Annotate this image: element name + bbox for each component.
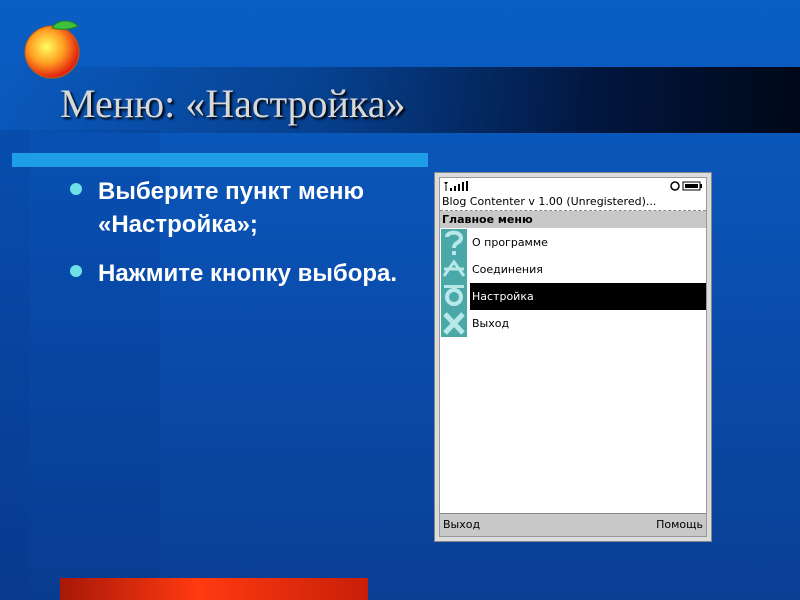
bullet-text: Выберите пункт меню «Настройка»; <box>98 178 365 238</box>
menu-item-label: Соединения <box>472 263 543 276</box>
battery-icon <box>670 181 702 191</box>
bullet-dot-icon <box>70 183 82 195</box>
decor-stripe <box>0 130 30 600</box>
bullet-list: Выберите пункт меню «Настройка»; Нажмите… <box>70 175 410 306</box>
slide-title: Меню: «Настройка» <box>60 81 406 126</box>
bullet-item: Выберите пункт меню «Настройка»; <box>70 175 410 241</box>
slide: { "slide": { "title": "Меню: «Настройка»… <box>0 0 800 600</box>
softkey-exit-button[interactable]: Выход <box>443 514 480 536</box>
bullet-dot-icon <box>70 265 82 277</box>
title-underline <box>12 153 428 167</box>
menu-item-connections[interactable]: Соединения <box>440 256 706 283</box>
menu-item-settings[interactable]: Настройка <box>440 283 706 310</box>
signal-strength-icon <box>444 181 468 191</box>
menu-header: Главное меню <box>440 211 706 228</box>
menu-item-label: О программе <box>472 236 548 249</box>
exit-icon <box>441 310 467 337</box>
main-menu: О программе Соединения Настройка Выход <box>440 229 706 337</box>
softkey-bar: Выход Помощь <box>440 513 706 536</box>
phone-screen: Blog Contenter v 1.00 (Unregistered)... … <box>439 177 707 537</box>
question-icon <box>441 229 467 256</box>
settings-icon <box>441 283 467 310</box>
menu-item-label: Настройка <box>470 283 706 310</box>
app-title: Blog Contenter v 1.00 (Unregistered)... <box>440 194 706 211</box>
bottom-accent-bar <box>60 578 368 600</box>
connections-icon <box>441 256 467 283</box>
bullet-text: Нажмите кнопку выбора. <box>98 260 398 287</box>
menu-item-about[interactable]: О программе <box>440 229 706 256</box>
menu-item-label: Выход <box>472 317 510 330</box>
phone-screenshot: Blog Contenter v 1.00 (Unregistered)... … <box>434 172 712 542</box>
menu-item-exit[interactable]: Выход <box>440 310 706 337</box>
status-bar <box>440 178 706 194</box>
bullet-item: Нажмите кнопку выбора. <box>70 257 410 290</box>
apple-logo-icon <box>24 20 80 79</box>
softkey-help-button[interactable]: Помощь <box>656 514 703 536</box>
